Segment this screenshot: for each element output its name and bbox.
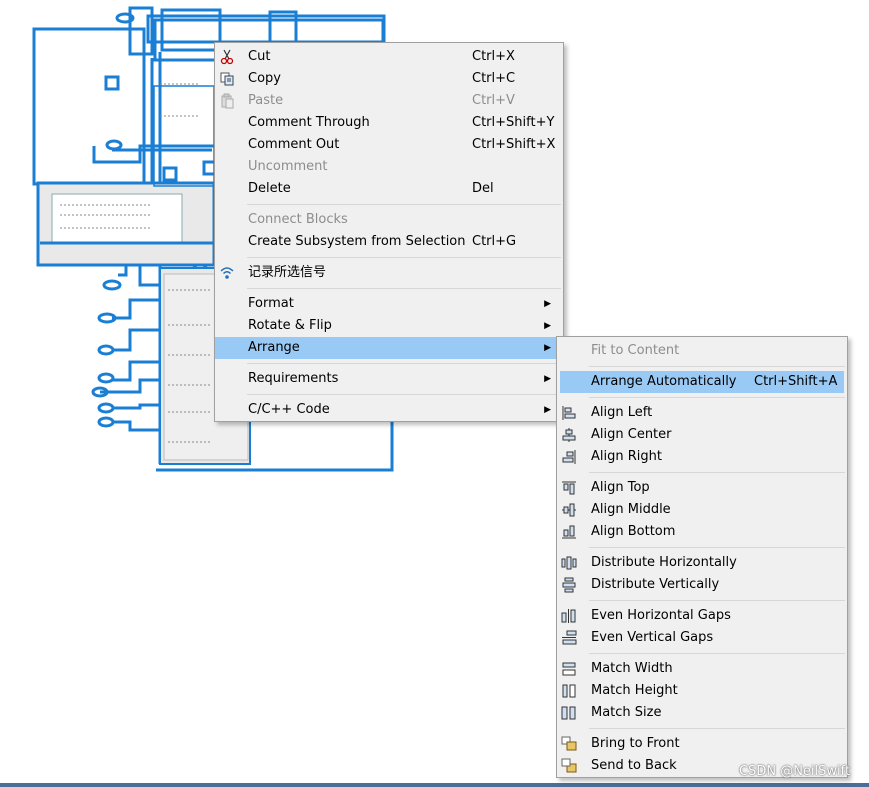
menu-item-match-width[interactable]: Match Width [557, 658, 847, 680]
align-middle-icon [561, 502, 577, 518]
menu-separator [247, 394, 561, 395]
menu-item-copy[interactable]: Copy Ctrl+C [215, 68, 563, 90]
arrange-submenu: Fit to Content Arrange Automatically Ctr… [556, 336, 848, 778]
menu-item-arrange[interactable]: Arrange ▶ [215, 337, 563, 359]
menu-item-align-top[interactable]: Align Top [557, 477, 847, 499]
menu-item-distribute-horizontally[interactable]: Distribute Horizontally [557, 552, 847, 574]
align-center-icon [561, 427, 577, 443]
align-left-icon [561, 405, 577, 421]
match-width-icon [561, 661, 577, 677]
distribute-horizontally-icon [561, 555, 577, 571]
send-to-back-icon [561, 758, 577, 774]
menu-item-connect-blocks[interactable]: Connect Blocks [215, 209, 563, 231]
menu-item-cut[interactable]: Cut Ctrl+X [215, 46, 563, 68]
menu-item-distribute-vertically[interactable]: Distribute Vertically [557, 574, 847, 596]
menu-separator [247, 363, 561, 364]
menu-item-log-selected-signals[interactable]: 记录所选信号 [215, 262, 563, 284]
menu-item-bring-to-front[interactable]: Bring to Front [557, 733, 847, 755]
submenu-arrow-icon: ▶ [544, 321, 551, 331]
menu-separator [247, 257, 561, 258]
menu-item-uncomment[interactable]: Uncomment [215, 156, 563, 178]
menu-item-arrange-automatically[interactable]: Arrange Automatically Ctrl+Shift+A [560, 371, 844, 393]
paste-icon [219, 93, 235, 109]
menu-item-delete[interactable]: Delete Del [215, 178, 563, 200]
context-menu: Cut Ctrl+X Copy Ctrl+C Paste Ctrl+V Comm… [214, 42, 564, 422]
menu-separator [589, 653, 845, 654]
wireless-signal-icon [219, 265, 235, 281]
menu-item-requirements[interactable]: Requirements ▶ [215, 368, 563, 390]
even-horizontal-gaps-icon [561, 608, 577, 624]
submenu-arrow-icon: ▶ [544, 374, 551, 384]
menu-separator [589, 547, 845, 548]
menu-item-comment-out[interactable]: Comment Out Ctrl+Shift+X [215, 134, 563, 156]
menu-item-format[interactable]: Format ▶ [215, 293, 563, 315]
bottom-status-strip [0, 783, 869, 787]
menu-separator [589, 366, 845, 367]
bring-to-front-icon [561, 736, 577, 752]
menu-item-match-size[interactable]: Match Size [557, 702, 847, 724]
menu-item-create-subsystem[interactable]: Create Subsystem from Selection Ctrl+G [215, 231, 563, 253]
menu-item-fit-to-content[interactable]: Fit to Content [557, 340, 847, 362]
menu-item-paste[interactable]: Paste Ctrl+V [215, 90, 563, 112]
submenu-arrow-icon: ▶ [544, 405, 551, 415]
menu-item-align-middle[interactable]: Align Middle [557, 499, 847, 521]
watermark: CSDN @NeilSwift [739, 764, 851, 779]
submenu-arrow-icon: ▶ [544, 343, 551, 353]
distribute-vertically-icon [561, 577, 577, 593]
even-vertical-gaps-icon [561, 630, 577, 646]
menu-item-even-vertical-gaps[interactable]: Even Vertical Gaps [557, 627, 847, 649]
menu-separator [589, 728, 845, 729]
menu-item-align-left[interactable]: Align Left [557, 402, 847, 424]
menu-item-match-height[interactable]: Match Height [557, 680, 847, 702]
menu-item-align-right[interactable]: Align Right [557, 446, 847, 468]
menu-separator [589, 472, 845, 473]
menu-separator [589, 397, 845, 398]
match-size-icon [561, 705, 577, 721]
align-bottom-icon [561, 524, 577, 540]
align-top-icon [561, 480, 577, 496]
menu-item-c-cpp-code[interactable]: C/C++ Code ▶ [215, 399, 563, 421]
menu-separator [247, 204, 561, 205]
menu-item-comment-through[interactable]: Comment Through Ctrl+Shift+Y [215, 112, 563, 134]
menu-item-align-center[interactable]: Align Center [557, 424, 847, 446]
submenu-arrow-icon: ▶ [544, 299, 551, 309]
scissors-icon [219, 49, 235, 65]
match-height-icon [561, 683, 577, 699]
align-right-icon [561, 449, 577, 465]
menu-separator [589, 600, 845, 601]
menu-separator [247, 288, 561, 289]
menu-item-rotate-flip[interactable]: Rotate & Flip ▶ [215, 315, 563, 337]
copy-icon [219, 71, 235, 87]
menu-item-even-horizontal-gaps[interactable]: Even Horizontal Gaps [557, 605, 847, 627]
menu-item-align-bottom[interactable]: Align Bottom [557, 521, 847, 543]
